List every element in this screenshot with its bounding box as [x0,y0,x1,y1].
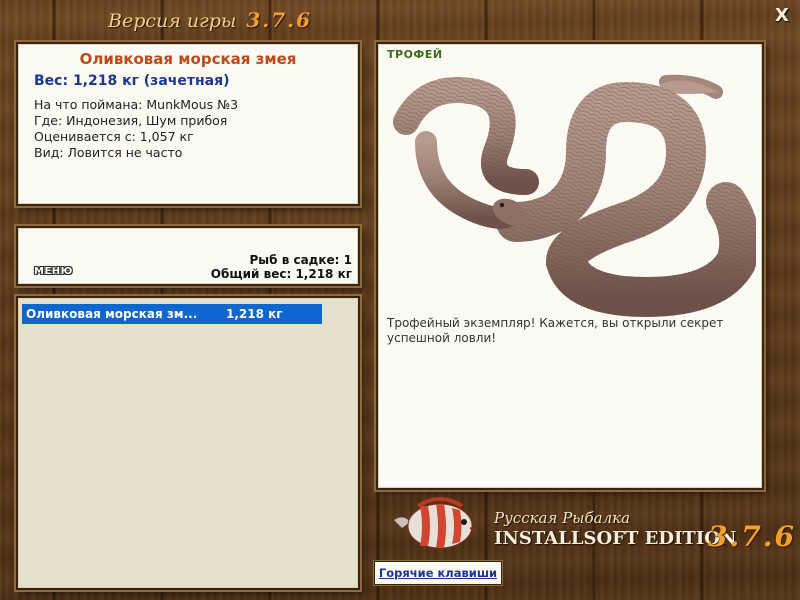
brand-version: 3.7.6 [708,520,796,553]
window-title: Версия игры 3.7.6 [108,8,312,36]
trophy-description: Трофейный экземпляр! Кажется, вы открыли… [387,316,724,345]
rated-from: Оценивается с: 1,057 кг [34,129,194,144]
total-weight: Общий вес: 1,218 кг [210,267,352,281]
trophy-label: ТРОФЕЙ [387,48,443,61]
window-title-text: Версия игры [108,10,237,32]
window-title-version: 3.7.6 [246,8,313,32]
hotkeys-button[interactable]: Горячие клавиши [374,561,502,585]
fish-weight: Вес: 1,218 кг (зачетная) [34,73,230,89]
catch-location: Где: Индонезия, Шум прибоя [34,113,228,128]
keepnet-stats-panel: Рыб в садке: 1 Общий вес: 1,218 кг [16,226,360,286]
trophy-panel: ТРОФЕЙ Трофейный экземпляр! Кажется, вы … [376,42,764,490]
brand-name-ru: Русская Рыбалка [494,509,631,527]
fish-count: Рыб в садке: 1 [249,253,353,267]
close-icon[interactable]: X [775,5,789,26]
caught-on: На что поймана: MunkMous №3 [34,97,239,112]
list-item-weight: 1,218 кг [226,307,283,321]
brand-edition: INSTALLSOFT EDITION [494,528,737,549]
fish-name: Оливковая морская змея [79,50,297,68]
list-item-name: Оливковая морская зм... [26,307,198,321]
brand-fish-logo [394,497,476,549]
catch-list: Оливковая морская зм... 1,218 кг [16,296,360,590]
snake-photo [393,74,756,318]
fish-info-panel: Оливковая морская змея Вес: 1,218 кг (за… [16,42,360,206]
close-button[interactable]: X [772,6,792,26]
fish-rarity: Вид: Ловится не часто [34,145,183,160]
list-item[interactable]: Оливковая морская зм... 1,218 кг [22,304,322,324]
menu-button[interactable]: МЕНЮ [34,266,73,277]
